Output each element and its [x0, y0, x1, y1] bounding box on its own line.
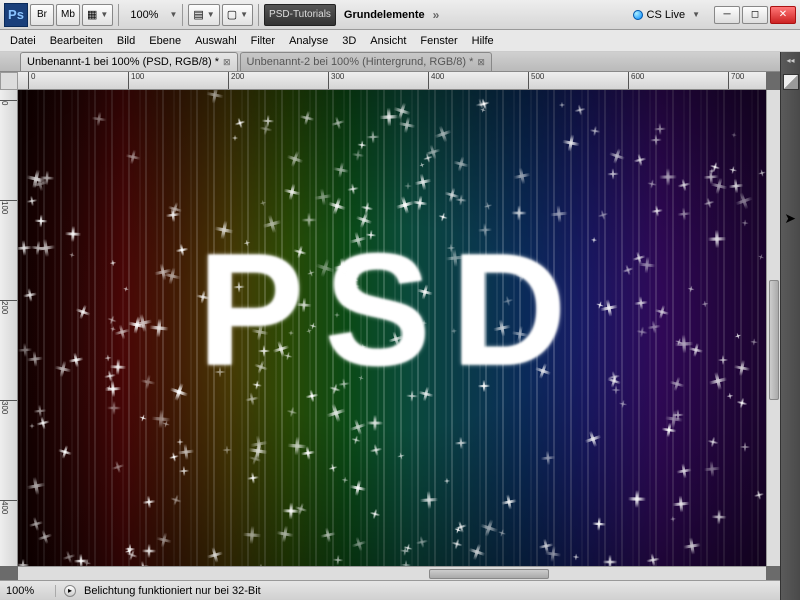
cslive-dot-icon — [633, 10, 643, 20]
menu-bearbeiten[interactable]: Bearbeiten — [50, 35, 103, 47]
arrange-docs-button[interactable]: ▤▼ — [188, 4, 219, 26]
chevron-down-icon: ▼ — [692, 10, 700, 19]
mouse-cursor-icon: ➤ — [784, 210, 796, 227]
app-logo[interactable]: Ps — [4, 3, 28, 27]
layers-panel-icon[interactable] — [783, 74, 799, 90]
menu-bar: Datei Bearbeiten Bild Ebene Auswahl Filt… — [0, 30, 800, 52]
ruler-origin[interactable] — [0, 72, 18, 90]
chevron-down-icon: ▼ — [240, 10, 248, 19]
chevron-down-icon: ▼ — [207, 10, 215, 19]
menu-datei[interactable]: Datei — [10, 35, 36, 47]
document-tab-bar: Unbenannt-1 bei 100% (PSD, RGB/8) * ⊠ Un… — [0, 52, 800, 72]
chevron-down-icon: ▼ — [100, 10, 108, 19]
status-bar: 100% ▸ Belichtung funktioniert nur bei 3… — [0, 580, 780, 600]
separator — [182, 4, 183, 26]
maximize-button[interactable]: ◻ — [742, 6, 768, 24]
options-bar: Ps Br Mb ▦▼ 100% ▼ ▤▼ ▢▼ PSD-Tutorials G… — [0, 0, 800, 30]
workspace-grundelemente[interactable]: Grundelemente — [338, 9, 431, 21]
menu-filter[interactable]: Filter — [251, 35, 275, 47]
canvas[interactable]: PSD — [18, 90, 766, 566]
chevron-down-icon[interactable]: ▼ — [169, 10, 177, 19]
scroll-thumb[interactable] — [769, 280, 779, 400]
scroll-thumb[interactable] — [429, 569, 549, 579]
separator — [258, 4, 259, 26]
tab-label: Unbenannt-1 bei 100% (PSD, RGB/8) * — [27, 56, 219, 68]
collapse-panels-icon[interactable]: ◂◂ — [784, 56, 798, 66]
close-button[interactable]: ✕ — [770, 6, 796, 24]
ruler-horizontal[interactable]: 0100200300400500600700 — [18, 72, 766, 90]
menu-auswahl[interactable]: Auswahl — [195, 35, 237, 47]
window-controls: ─ ◻ ✕ — [714, 6, 796, 24]
cslive-label: CS Live — [647, 9, 686, 21]
menu-ebene[interactable]: Ebene — [149, 35, 181, 47]
separator — [118, 4, 119, 26]
scrollbar-horizontal[interactable] — [18, 566, 766, 580]
menu-bild[interactable]: Bild — [117, 35, 135, 47]
more-workspaces-icon[interactable]: » — [433, 8, 440, 22]
minibridge-button[interactable]: Mb — [56, 4, 80, 26]
ruler-vertical[interactable]: 0100200300400 — [0, 90, 18, 566]
tab-label: Unbenannt-2 bei 100% (Hintergrund, RGB/8… — [247, 56, 474, 68]
filmstrip-icon: ▦ — [87, 8, 97, 21]
workspace-psd-tutorials[interactable]: PSD-Tutorials — [264, 4, 336, 26]
menu-analyse[interactable]: Analyse — [289, 35, 328, 47]
menu-hilfe[interactable]: Hilfe — [472, 35, 494, 47]
status-zoom[interactable]: 100% — [6, 585, 56, 597]
close-icon[interactable]: ⊠ — [223, 57, 231, 68]
status-message: Belichtung funktioniert nur bei 32-Bit — [84, 585, 261, 597]
bridge-button[interactable]: Br — [30, 4, 54, 26]
minimize-button[interactable]: ─ — [714, 6, 740, 24]
workspace: 0100200300400500600700 0100200300400 PSD — [0, 72, 780, 580]
canvas-viewport[interactable]: PSD — [18, 90, 766, 566]
status-info-icon[interactable]: ▸ — [64, 585, 76, 597]
document-tab-2[interactable]: Unbenannt-2 bei 100% (Hintergrund, RGB/8… — [240, 52, 492, 71]
scrollbar-vertical[interactable] — [766, 90, 780, 566]
cs-live-button[interactable]: CS Live ▼ — [627, 9, 706, 21]
panel-dock: ◂◂ — [780, 52, 800, 600]
menu-fenster[interactable]: Fenster — [420, 35, 457, 47]
document-tab-1[interactable]: Unbenannt-1 bei 100% (PSD, RGB/8) * ⊠ — [20, 52, 238, 71]
menu-ansicht[interactable]: Ansicht — [370, 35, 406, 47]
menu-3d[interactable]: 3D — [342, 35, 356, 47]
sparkle-layer — [18, 90, 766, 566]
grid-icon: ▤ — [193, 8, 203, 21]
view-extras-button[interactable]: ▦▼ — [82, 4, 113, 26]
close-icon[interactable]: ⊠ — [477, 57, 485, 68]
screen-mode-button[interactable]: ▢▼ — [222, 4, 253, 26]
zoom-level[interactable]: 100% — [124, 9, 164, 21]
screen-icon: ▢ — [227, 8, 237, 21]
